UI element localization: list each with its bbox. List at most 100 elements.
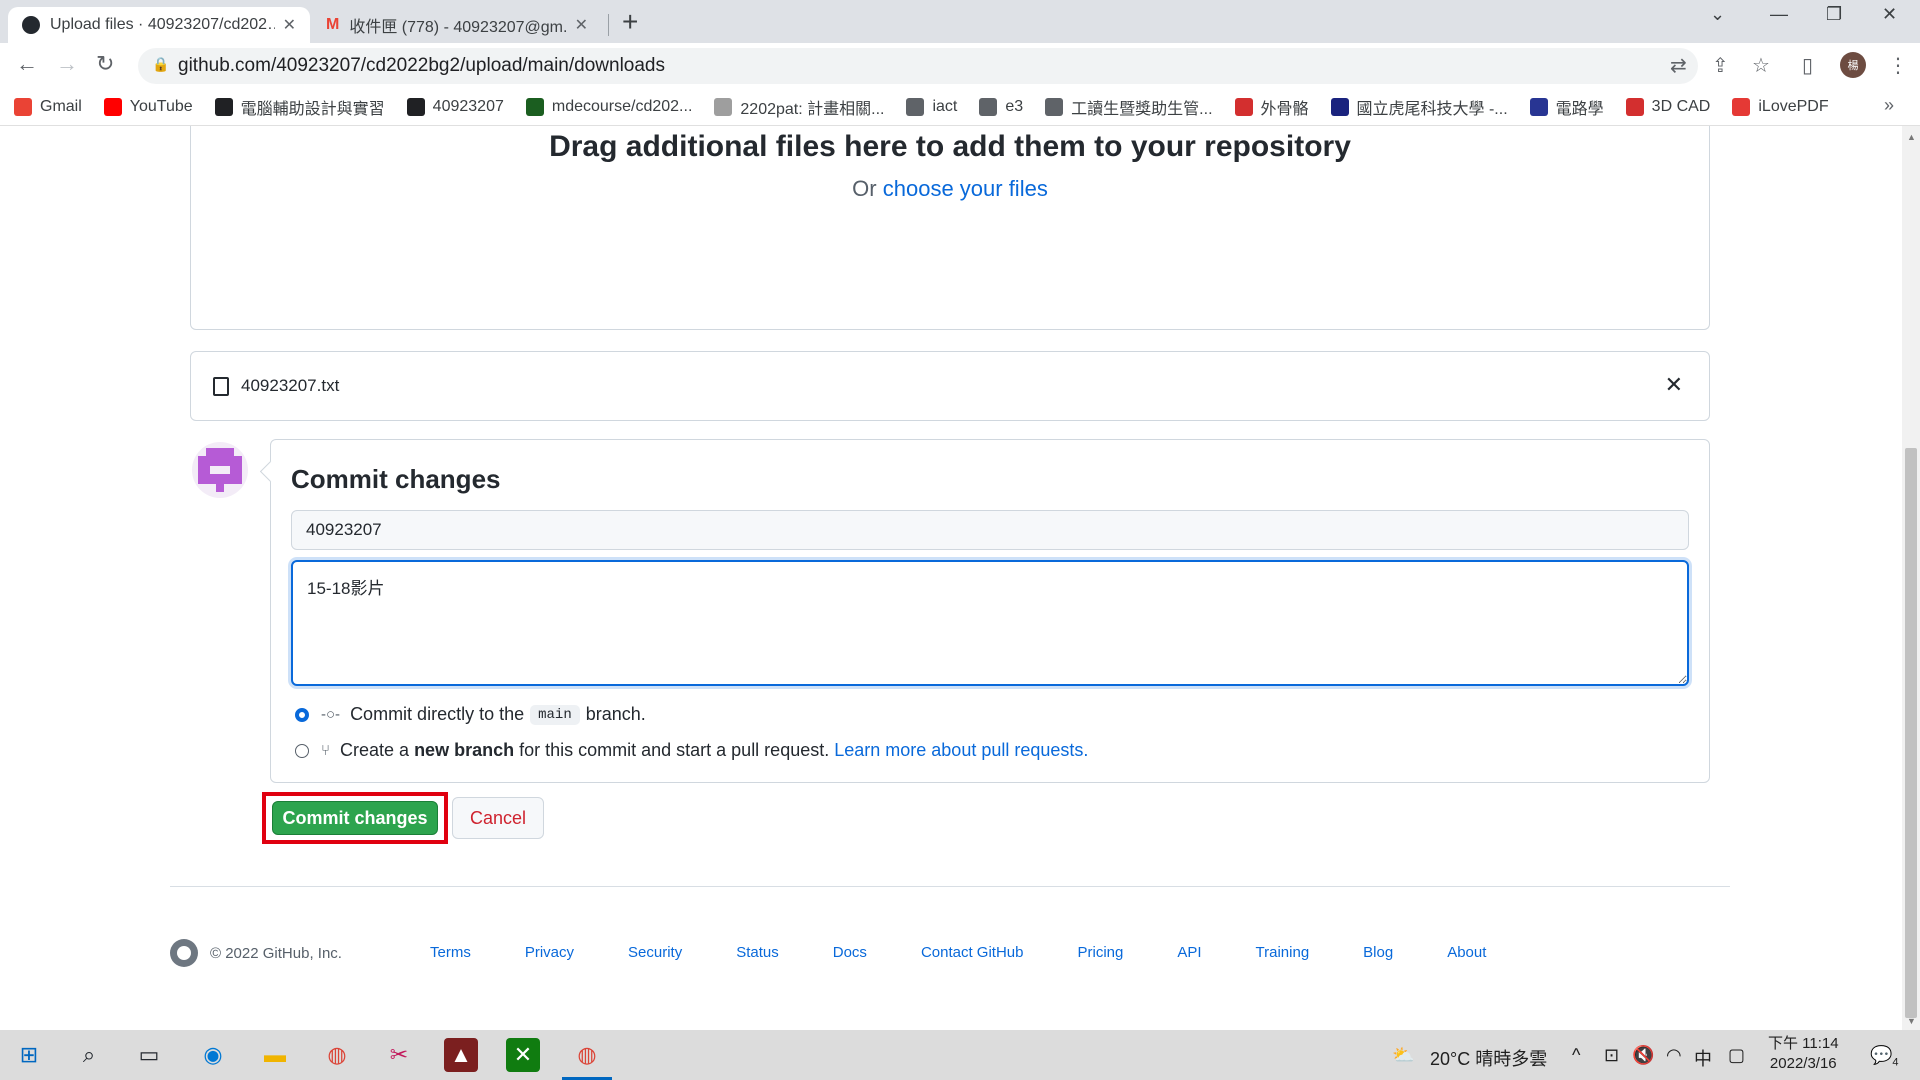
windows-taskbar: ⊞ ⌕ ▭ ◉ ▬ ◍ ✂ ▲ ✕ ◍ ⛅ 20°C 晴時多雲 ^ ⊡ 🔇 ◠ …: [0, 1030, 1920, 1080]
back-icon[interactable]: ←: [16, 51, 38, 77]
bookmark-item[interactable]: 3D CAD: [1625, 97, 1711, 116]
bookmark-label: e3: [1005, 97, 1024, 115]
weather-icon[interactable]: ⛅: [1392, 1045, 1414, 1066]
bookmark-item[interactable]: YouTube: [103, 97, 193, 116]
radio-commit-direct[interactable]: [295, 707, 309, 722]
minimize-icon[interactable]: —: [1770, 4, 1788, 25]
app-icon[interactable]: ▲: [444, 1038, 478, 1072]
new-branch-option[interactable]: ⑂ Create a new branch for this commit an…: [295, 740, 1088, 761]
commit-heading: Commit changes: [291, 464, 501, 494]
address-bar[interactable]: 🔒 github.com/40923207/cd2022bg2/upload/m…: [138, 48, 1698, 84]
commit-changes-button[interactable]: Commit changes: [272, 801, 438, 835]
remove-file-icon[interactable]: ✕: [1665, 372, 1683, 398]
tab-search-icon[interactable]: ⌄: [1710, 4, 1725, 25]
tab-gmail[interactable]: M 收件匣 (778) - 40923207@gm... ✕: [312, 7, 602, 43]
windows-start-icon[interactable]: ⊞: [12, 1038, 46, 1072]
option-new-bold: new branch: [414, 740, 515, 760]
translate-icon[interactable]: ⇄: [1670, 53, 1687, 78]
snipping-tool-icon[interactable]: ✂: [382, 1038, 416, 1072]
bookmark-item[interactable]: mdecourse/cd202...: [525, 97, 692, 116]
bookmark-icon: [1529, 97, 1548, 116]
footer-link[interactable]: Status: [736, 944, 779, 961]
chevron-up-icon[interactable]: ^: [1572, 1045, 1580, 1066]
file-icon: [213, 376, 229, 396]
side-panel-icon[interactable]: ▯: [1802, 53, 1813, 78]
bookmark-star-icon[interactable]: ☆: [1752, 53, 1770, 78]
footer-link[interactable]: Docs: [833, 944, 867, 961]
xbox-icon[interactable]: ✕: [506, 1038, 540, 1072]
scrollbar-thumb[interactable]: [1905, 448, 1917, 1018]
footer-link[interactable]: Terms: [430, 944, 471, 961]
footer-link[interactable]: Training: [1256, 944, 1310, 961]
bookmark-item[interactable]: 電腦輔助設計與實習: [214, 95, 385, 119]
weather-text[interactable]: 20°C 晴時多雲: [1430, 1045, 1547, 1071]
bookmark-item[interactable]: 外骨骼: [1234, 95, 1309, 119]
share-icon[interactable]: ⇪: [1712, 53, 1729, 78]
scroll-up-icon[interactable]: ▲: [1907, 132, 1916, 142]
volume-muted-icon[interactable]: 🔇: [1632, 1045, 1654, 1066]
new-tab-icon[interactable]: +: [622, 6, 638, 38]
forward-icon[interactable]: →: [56, 51, 78, 77]
bookmark-label: 3D CAD: [1651, 97, 1711, 115]
more-bookmarks-icon[interactable]: »: [1884, 95, 1894, 116]
scroll-down-icon[interactable]: ▼: [1907, 1016, 1916, 1026]
bookmark-label: 國立虎尾科技大學 -...: [1356, 100, 1508, 118]
github-logo-icon[interactable]: [170, 939, 198, 967]
network-icon[interactable]: ◠: [1666, 1045, 1682, 1066]
search-icon[interactable]: ⌕: [72, 1038, 106, 1072]
bookmark-item[interactable]: iact: [906, 97, 957, 116]
menu-icon[interactable]: ⋮: [1888, 53, 1908, 78]
commit-direct-option[interactable]: -○- Commit directly to the main branch.: [295, 704, 646, 725]
file-explorer-icon[interactable]: ▬: [258, 1038, 292, 1072]
bookmark-icon: [214, 97, 233, 116]
radio-new-branch[interactable]: [295, 743, 309, 758]
ime-mode-icon[interactable]: ▢: [1728, 1045, 1745, 1066]
footer-link[interactable]: Pricing: [1077, 944, 1123, 961]
reload-icon[interactable]: ↻: [96, 51, 114, 77]
window-close-icon[interactable]: ✕: [1882, 4, 1897, 25]
commit-summary-input[interactable]: [291, 510, 1689, 550]
notifications-icon[interactable]: 💬4: [1870, 1045, 1899, 1069]
footer-link[interactable]: About: [1447, 944, 1486, 961]
footer-link[interactable]: Security: [628, 944, 682, 961]
bookmark-item[interactable]: e3: [979, 97, 1024, 116]
commit-button-highlight: Commit changes: [262, 792, 448, 844]
bookmark-label: Gmail: [40, 97, 82, 115]
page-scrollbar[interactable]: ▲ ▼: [1902, 126, 1920, 1030]
git-commit-icon: -○-: [321, 706, 341, 723]
globe-icon: [979, 97, 998, 116]
bookmark-item[interactable]: iLovePDF: [1732, 97, 1829, 116]
clock-date: 2022/3/16: [1769, 1055, 1837, 1072]
footer-link[interactable]: Contact GitHub: [921, 944, 1024, 961]
file-name: 40923207.txt: [241, 376, 340, 395]
profile-avatar[interactable]: 楊: [1840, 52, 1866, 78]
task-view-icon[interactable]: ▭: [132, 1038, 166, 1072]
ime-indicator[interactable]: 中: [1694, 1045, 1712, 1071]
meet-icon[interactable]: ⊡: [1604, 1045, 1619, 1066]
system-clock[interactable]: 下午 11:14 2022/3/16: [1768, 1034, 1839, 1074]
commit-form: Commit changes 15-18影片 -○- Commit direct…: [270, 439, 1710, 783]
bookmark-item[interactable]: 工讀生暨獎助生管...: [1045, 95, 1213, 119]
close-icon[interactable]: ✕: [283, 15, 296, 35]
tab-github-upload[interactable]: Upload files · 40923207/cd202… ✕: [8, 7, 310, 43]
file-drop-zone[interactable]: Drag additional files here to add them t…: [190, 126, 1710, 330]
bookmark-item[interactable]: Gmail: [14, 97, 82, 116]
footer-link[interactable]: API: [1177, 944, 1201, 961]
learn-more-pull-requests-link[interactable]: Learn more about pull requests.: [834, 740, 1088, 761]
choose-files-link[interactable]: choose your files: [883, 176, 1048, 201]
chrome-active-icon[interactable]: ◍: [562, 1038, 612, 1080]
restore-icon[interactable]: ❐: [1826, 4, 1842, 25]
commit-description-input[interactable]: 15-18影片: [291, 560, 1689, 686]
bookmark-item[interactable]: 國立虎尾科技大學 -...: [1330, 95, 1508, 119]
uploaded-file-row: 40923207.txt ✕: [190, 351, 1710, 421]
chrome-icon[interactable]: ◍: [320, 1038, 354, 1072]
cancel-button[interactable]: Cancel: [452, 797, 544, 839]
gmail-icon: [14, 97, 32, 116]
bookmark-item[interactable]: 電路學: [1529, 95, 1604, 119]
footer-link[interactable]: Blog: [1363, 944, 1393, 961]
footer-link[interactable]: Privacy: [525, 944, 574, 961]
close-icon[interactable]: ✕: [575, 15, 588, 35]
edge-icon[interactable]: ◉: [196, 1038, 230, 1072]
bookmark-item[interactable]: 2202pat: 計畫相關...: [714, 95, 884, 119]
bookmark-item[interactable]: 40923207: [406, 97, 504, 116]
